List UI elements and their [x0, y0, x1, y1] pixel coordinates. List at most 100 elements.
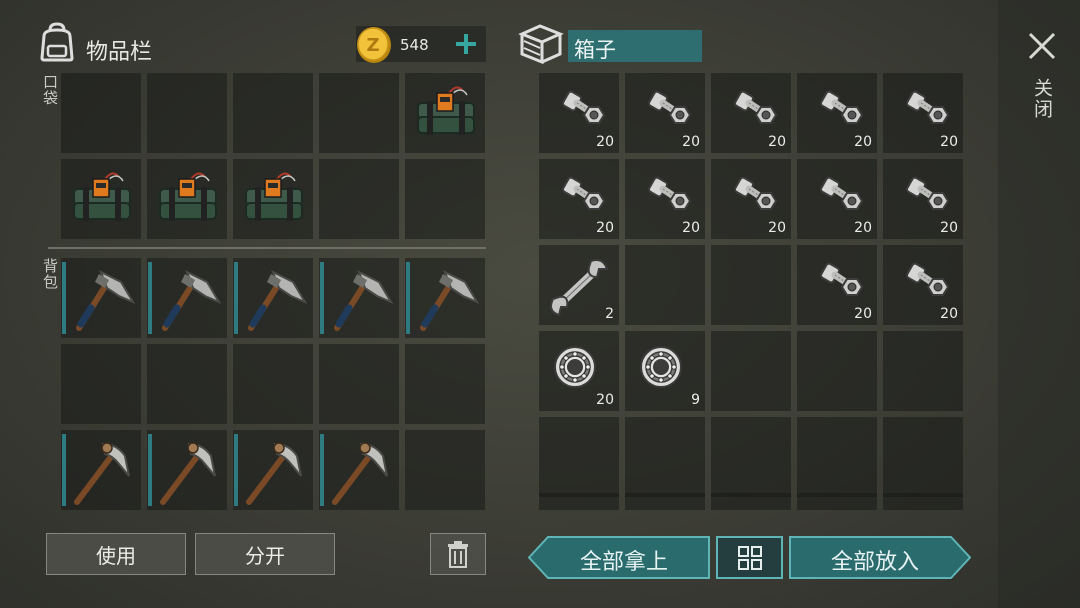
- close-button[interactable]: 关闭: [1020, 26, 1064, 130]
- add-coins-button[interactable]: [454, 32, 478, 56]
- c4-explosive-icon: [233, 159, 313, 239]
- pocket-label: 口袋: [41, 74, 59, 106]
- backpack-slot[interactable]: [147, 430, 227, 510]
- hatchet-icon: [319, 258, 399, 338]
- item-count: 20: [854, 306, 872, 322]
- box-slot[interactable]: [711, 245, 791, 325]
- backpack-slot[interactable]: [233, 430, 313, 510]
- pickaxe-icon: [61, 430, 141, 510]
- item-count: 2: [605, 306, 614, 322]
- item-count: 20: [854, 220, 872, 236]
- backpack-slot[interactable]: [233, 344, 313, 424]
- item-count: 20: [596, 220, 614, 236]
- box-slot[interactable]: [883, 493, 963, 510]
- backpack-slot[interactable]: [405, 258, 485, 338]
- backpack-slot[interactable]: [61, 344, 141, 424]
- box-slot[interactable]: [625, 245, 705, 325]
- box-slot[interactable]: [883, 417, 963, 497]
- take-all-button[interactable]: 全部拿上: [528, 536, 710, 579]
- box-slot[interactable]: 20: [539, 331, 619, 411]
- box-slot[interactable]: 20: [625, 159, 705, 239]
- backpack-slot[interactable]: [147, 258, 227, 338]
- box-slot[interactable]: 20: [625, 73, 705, 153]
- put-all-button[interactable]: 全部放入: [789, 536, 971, 579]
- box-slot[interactable]: [883, 331, 963, 411]
- backpack-label: 背包: [41, 258, 59, 290]
- box-slot[interactable]: [711, 493, 791, 510]
- pickaxe-icon: [147, 430, 227, 510]
- item-count: 9: [691, 392, 700, 408]
- backpack-slot[interactable]: [319, 344, 399, 424]
- box-slot[interactable]: [539, 493, 619, 510]
- box-slot[interactable]: [711, 331, 791, 411]
- close-icon: [1028, 32, 1056, 60]
- pocket-slot[interactable]: [319, 159, 399, 239]
- backpack-slot[interactable]: [319, 258, 399, 338]
- pocket-slot[interactable]: [147, 73, 227, 153]
- pocket-slot[interactable]: [61, 73, 141, 153]
- item-count: 20: [682, 134, 700, 150]
- box-title-field[interactable]: 箱子: [568, 30, 702, 62]
- item-count: 20: [682, 220, 700, 236]
- pocket-slot[interactable]: [61, 159, 141, 239]
- trash-icon: [448, 541, 468, 568]
- box-slot[interactable]: [797, 417, 877, 497]
- item-count: 20: [940, 220, 958, 236]
- box-slot[interactable]: 9: [625, 331, 705, 411]
- item-count: 20: [596, 392, 614, 408]
- box-slot[interactable]: [797, 331, 877, 411]
- item-count: 20: [940, 134, 958, 150]
- box-slot[interactable]: 2: [539, 245, 619, 325]
- box-slot[interactable]: [711, 417, 791, 497]
- box-slot[interactable]: 20: [797, 159, 877, 239]
- backpack-slot[interactable]: [405, 430, 485, 510]
- pocket-slot[interactable]: [147, 159, 227, 239]
- pocket-slot[interactable]: [405, 159, 485, 239]
- backpack-slot[interactable]: [319, 430, 399, 510]
- box-slot[interactable]: 20: [883, 73, 963, 153]
- sort-button[interactable]: [716, 536, 783, 579]
- backpack-icon: [38, 22, 76, 62]
- box-slot[interactable]: 20: [539, 73, 619, 153]
- split-button[interactable]: 分开: [195, 533, 335, 575]
- box-title: 箱子: [574, 38, 616, 62]
- box-slot[interactable]: 20: [539, 159, 619, 239]
- backpack-slot[interactable]: [405, 344, 485, 424]
- box-slot[interactable]: [539, 417, 619, 497]
- pocket-slot[interactable]: [233, 73, 313, 153]
- box-slot[interactable]: 20: [711, 73, 791, 153]
- box-slot[interactable]: 20: [797, 245, 877, 325]
- hatchet-icon: [233, 258, 313, 338]
- coin-count: 548: [400, 36, 429, 54]
- box-slot[interactable]: [797, 493, 877, 510]
- box-slot[interactable]: [625, 417, 705, 497]
- item-count: 20: [768, 220, 786, 236]
- backpack-slot[interactable]: [61, 258, 141, 338]
- box-slot[interactable]: 20: [797, 73, 877, 153]
- box-slot[interactable]: 20: [883, 245, 963, 325]
- box-slot[interactable]: 20: [883, 159, 963, 239]
- pocket-slot[interactable]: [319, 73, 399, 153]
- hatchet-icon: [147, 258, 227, 338]
- close-label: 关闭: [1031, 78, 1053, 120]
- box-slot[interactable]: 20: [711, 159, 791, 239]
- trash-button[interactable]: [430, 533, 486, 575]
- take-all-label: 全部拿上: [579, 550, 668, 575]
- coin-display: Z 548: [356, 26, 486, 63]
- box-slot[interactable]: [625, 493, 705, 510]
- pocket-slot[interactable]: [405, 73, 485, 153]
- backpack-slot[interactable]: [61, 430, 141, 510]
- backpack-slot[interactable]: [147, 344, 227, 424]
- grid-icon: [738, 546, 762, 570]
- backpack-slot[interactable]: [233, 258, 313, 338]
- plus-icon: [456, 34, 476, 54]
- hatchet-icon: [405, 258, 485, 338]
- pocket-slot[interactable]: [233, 159, 313, 239]
- section-divider: [48, 247, 486, 249]
- box-icon: [518, 24, 564, 64]
- hatchet-icon: [61, 258, 141, 338]
- c4-explosive-icon: [61, 159, 141, 239]
- use-button[interactable]: 使用: [46, 533, 186, 575]
- item-count: 20: [596, 134, 614, 150]
- svg-text:Z: Z: [366, 35, 379, 56]
